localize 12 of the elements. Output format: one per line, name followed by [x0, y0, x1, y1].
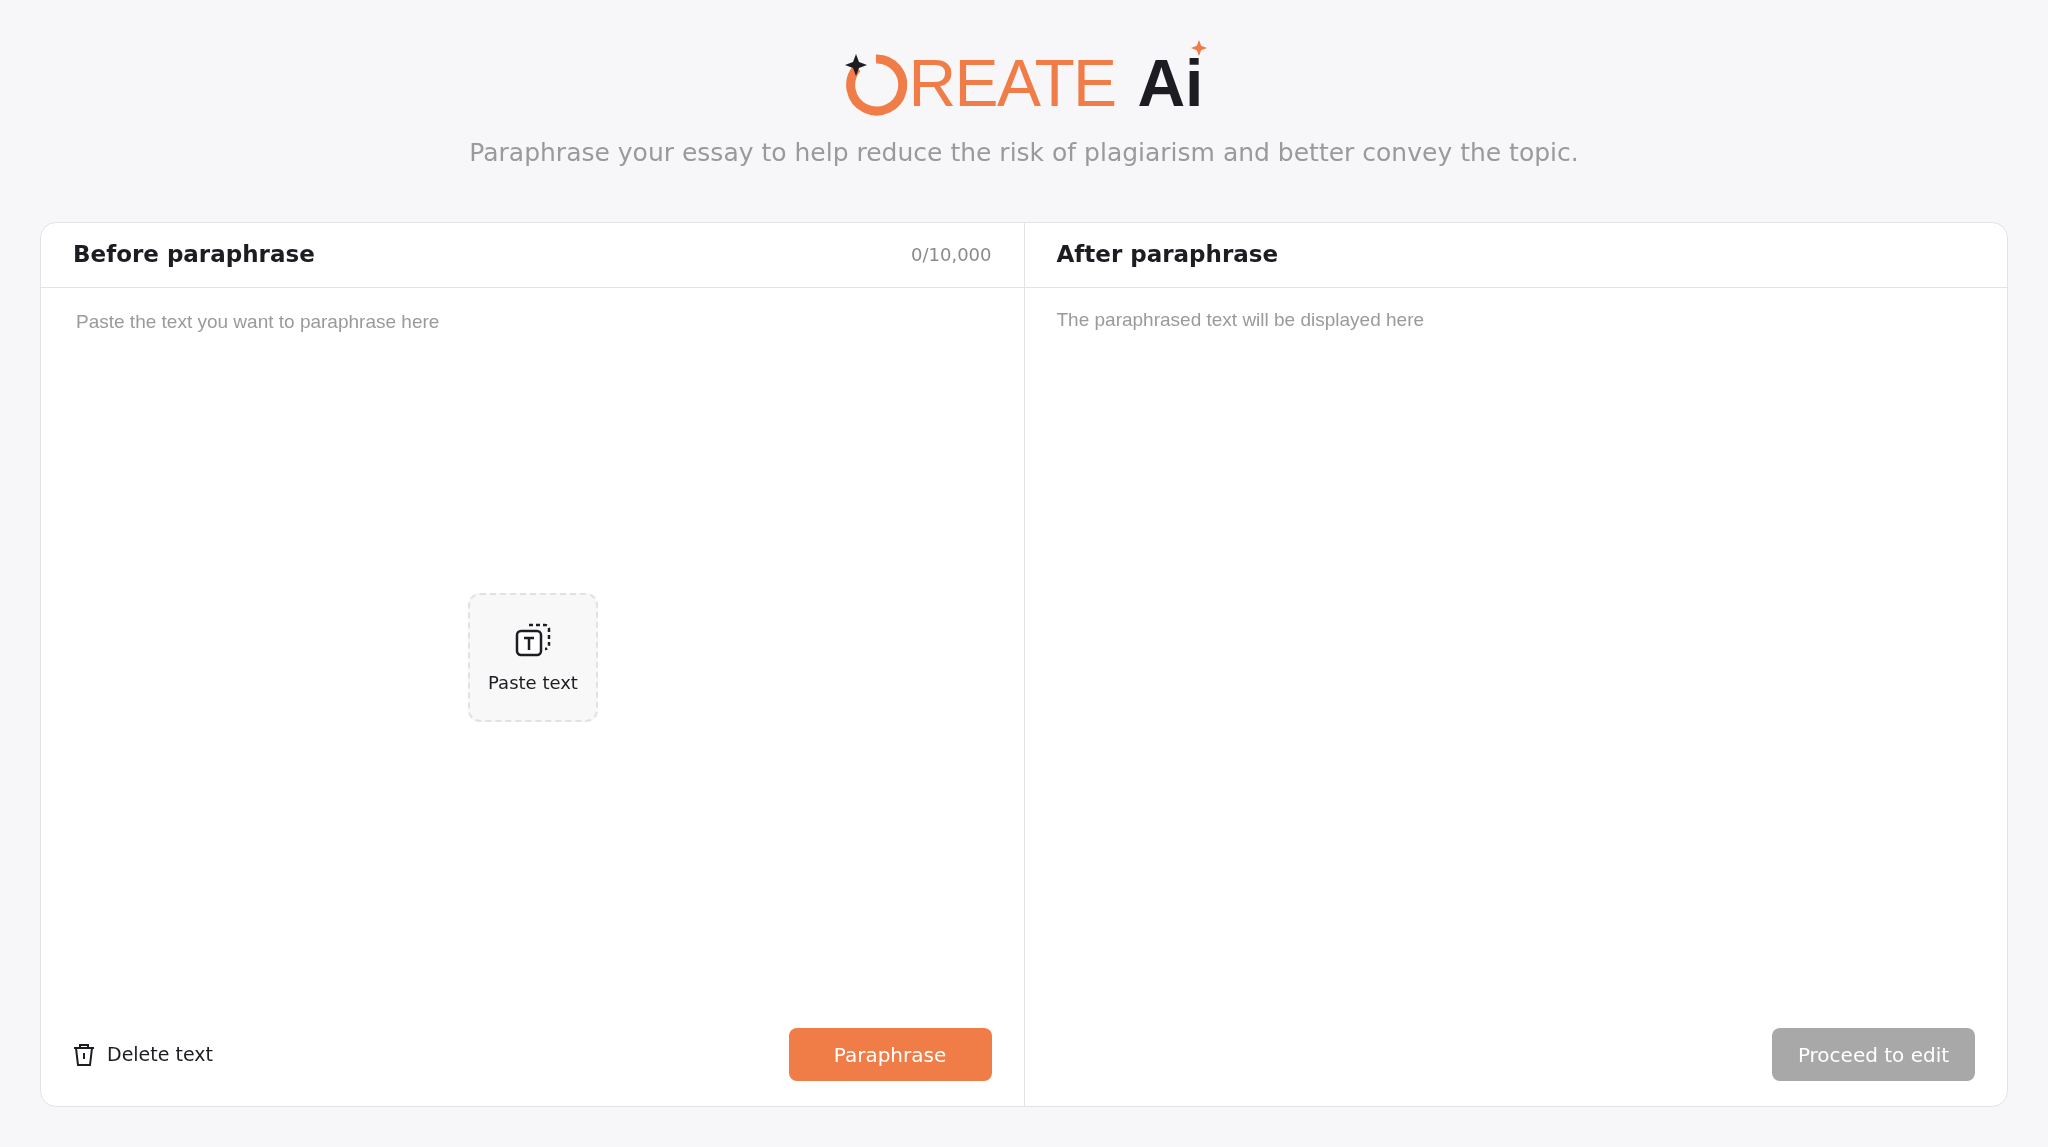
sparkle-icon	[1191, 40, 1208, 56]
output-placeholder: The paraphrased text will be displayed here	[1056, 308, 1425, 330]
character-counter: 0/10,000	[911, 243, 992, 267]
subtitle: Paraphrase your essay to help reduce the risk of plagiarism and better convey the topic.	[469, 137, 1579, 169]
logo-text: REATE	[908, 50, 1116, 116]
paste-text-button[interactable]: Paste text	[468, 592, 598, 722]
trash-icon	[73, 1042, 95, 1067]
panel-title: Before paraphrase	[73, 240, 315, 270]
panel-title: After paraphrase	[1056, 240, 1279, 270]
delete-text-button[interactable]: Delete text	[73, 1040, 213, 1069]
logo-suffix: Ai	[1137, 46, 1204, 120]
logo-ring-icon	[844, 54, 907, 116]
